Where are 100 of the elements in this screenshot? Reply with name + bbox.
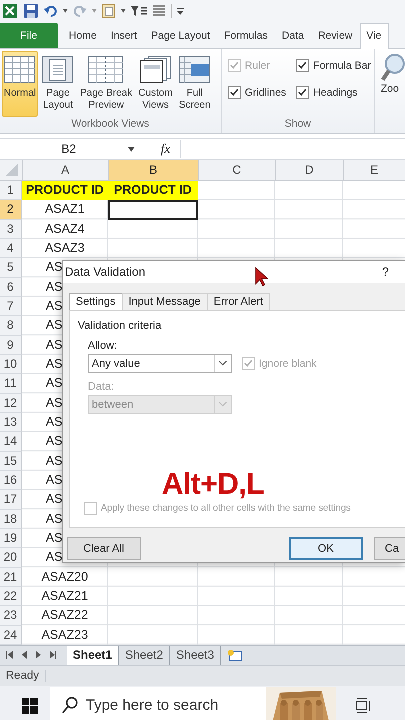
first-sheet-icon[interactable] [6, 651, 13, 660]
dropdown-icon[interactable] [121, 9, 126, 13]
sheet-tab[interactable]: Sheet1 [67, 646, 120, 665]
row-header[interactable]: 2 [0, 200, 22, 220]
view-button[interactable]: Custom Views [136, 51, 175, 117]
row-header[interactable]: 19 [0, 528, 22, 548]
table-cell[interactable]: ASAZ23 [22, 626, 108, 645]
caret-icon [219, 361, 227, 366]
undo-icon[interactable] [44, 4, 58, 18]
row-header[interactable]: 17 [0, 490, 22, 510]
checkbox-label: Ignore blank [259, 358, 317, 370]
dialog-title: Data Validation [65, 265, 146, 279]
allow-label: Allow: [88, 340, 118, 352]
table-cell[interactable]: ASAZ21 [22, 586, 108, 606]
dropdown-icon[interactable] [63, 9, 68, 13]
ribbon-tab[interactable]: Review [311, 23, 360, 48]
row-header[interactable]: 21 [0, 568, 22, 587]
allow-dropdown[interactable]: Any value [88, 354, 232, 373]
table-cell[interactable] [108, 200, 198, 220]
row-header[interactable]: 18 [0, 510, 22, 529]
search-field[interactable]: Type here to search [50, 686, 336, 720]
ribbon-tab[interactable]: Data [275, 23, 312, 48]
windows-start-icon[interactable] [22, 698, 38, 714]
checkbox-label: Gridlines [245, 86, 286, 98]
filter-icon[interactable] [131, 5, 147, 17]
function-button[interactable]: fx [161, 141, 170, 157]
view-button[interactable]: Page Layout [40, 51, 76, 117]
shortcut-caption: Alt+D,L [162, 468, 264, 502]
row-header[interactable]: 12 [0, 394, 22, 413]
view-button[interactable]: Normal [2, 51, 38, 117]
name-box[interactable]: B2 [0, 142, 128, 156]
dialog-tab[interactable]: Settings [69, 293, 123, 310]
next-sheet-icon[interactable] [36, 651, 41, 660]
row-header[interactable]: 11 [0, 374, 22, 394]
save-icon[interactable] [23, 3, 39, 19]
caret-icon [219, 402, 227, 407]
table-cell[interactable]: ASAZ1 [22, 200, 108, 220]
cursor-icon [255, 267, 269, 287]
row-header[interactable]: 9 [0, 336, 22, 355]
row-header[interactable]: 6 [0, 278, 22, 297]
row-header[interactable]: 8 [0, 316, 22, 336]
row-header[interactable]: 13 [0, 412, 22, 432]
column-header[interactable]: D [276, 160, 344, 180]
row-header[interactable]: 3 [0, 220, 22, 239]
ribbon-tab[interactable]: Insert [104, 23, 144, 48]
ribbon-tab[interactable]: Formulas [217, 23, 276, 48]
screen-icon [178, 56, 211, 84]
align-icon[interactable] [152, 4, 166, 18]
row-header[interactable]: 1 [0, 181, 22, 200]
row-header[interactable]: 4 [0, 238, 22, 258]
view-button[interactable]: Full Screen [176, 51, 213, 117]
data-label: Data: [88, 381, 116, 393]
ribbon-tab[interactable]: File [0, 23, 58, 48]
column-header[interactable]: B [109, 160, 199, 180]
task-view-icon[interactable] [356, 698, 372, 714]
checkbox[interactable] [296, 86, 310, 99]
last-sheet-icon[interactable] [50, 651, 57, 660]
table-cell[interactable]: ASAZ4 [22, 220, 108, 239]
row-header[interactable]: 22 [0, 586, 22, 606]
row-header[interactable]: 23 [0, 606, 22, 626]
row-header[interactable]: 16 [0, 470, 22, 490]
clipboard-icon[interactable] [102, 3, 116, 19]
new-sheet-icon[interactable] [227, 648, 244, 662]
checkbox-label: Formula Bar [313, 60, 372, 72]
dialog-button[interactable]: Ca [374, 537, 405, 560]
row-header[interactable]: 20 [0, 548, 22, 568]
table-cell[interactable]: PRODUCT ID [22, 181, 108, 200]
dialog-button[interactable]: OK [289, 537, 363, 560]
checkbox-label: Apply these changes to all other cells with the same settings [101, 503, 351, 514]
row-header[interactable]: 24 [0, 626, 22, 645]
row-header[interactable]: 14 [0, 432, 22, 452]
row-header[interactable]: 5 [0, 258, 22, 278]
dialog-tab[interactable]: Input Message [122, 293, 208, 310]
row-header[interactable]: 7 [0, 296, 22, 316]
windows-icon [140, 56, 172, 84]
magnifier-icon[interactable] [381, 53, 405, 83]
group-title: Validation criteria [78, 320, 163, 332]
checkbox[interactable] [296, 59, 310, 72]
table-cell[interactable]: ASAZ22 [22, 606, 108, 626]
customize-icon[interactable] [177, 8, 184, 14]
table-cell[interactable]: PRODUCT ID [108, 181, 198, 200]
table-cell[interactable]: ASAZ20 [22, 568, 108, 587]
group-label: Workbook Views [70, 117, 150, 132]
checkbox-label: Headings [313, 86, 358, 98]
help-button[interactable]: ? [382, 265, 389, 279]
zoom-label[interactable]: Zoo [381, 83, 400, 95]
ribbon-tab[interactable]: Vie [360, 23, 389, 49]
checkbox[interactable] [228, 86, 241, 99]
previous-sheet-icon[interactable] [22, 651, 27, 660]
column-header[interactable]: C [199, 160, 276, 180]
ribbon-tab[interactable]: Page Layout [144, 23, 218, 48]
dropdown-icon[interactable] [128, 146, 135, 152]
dialog-tab[interactable]: Error Alert [206, 293, 270, 310]
ribbon-tab[interactable]: Home [62, 23, 104, 48]
table-cell[interactable]: ASAZ3 [22, 238, 108, 258]
column-header[interactable]: E [344, 160, 405, 180]
dialog-button[interactable]: Clear All [67, 537, 141, 560]
row-header[interactable]: 10 [0, 354, 22, 374]
row-header[interactable]: 15 [0, 452, 22, 471]
view-button[interactable]: Page Break Preview [78, 51, 134, 117]
